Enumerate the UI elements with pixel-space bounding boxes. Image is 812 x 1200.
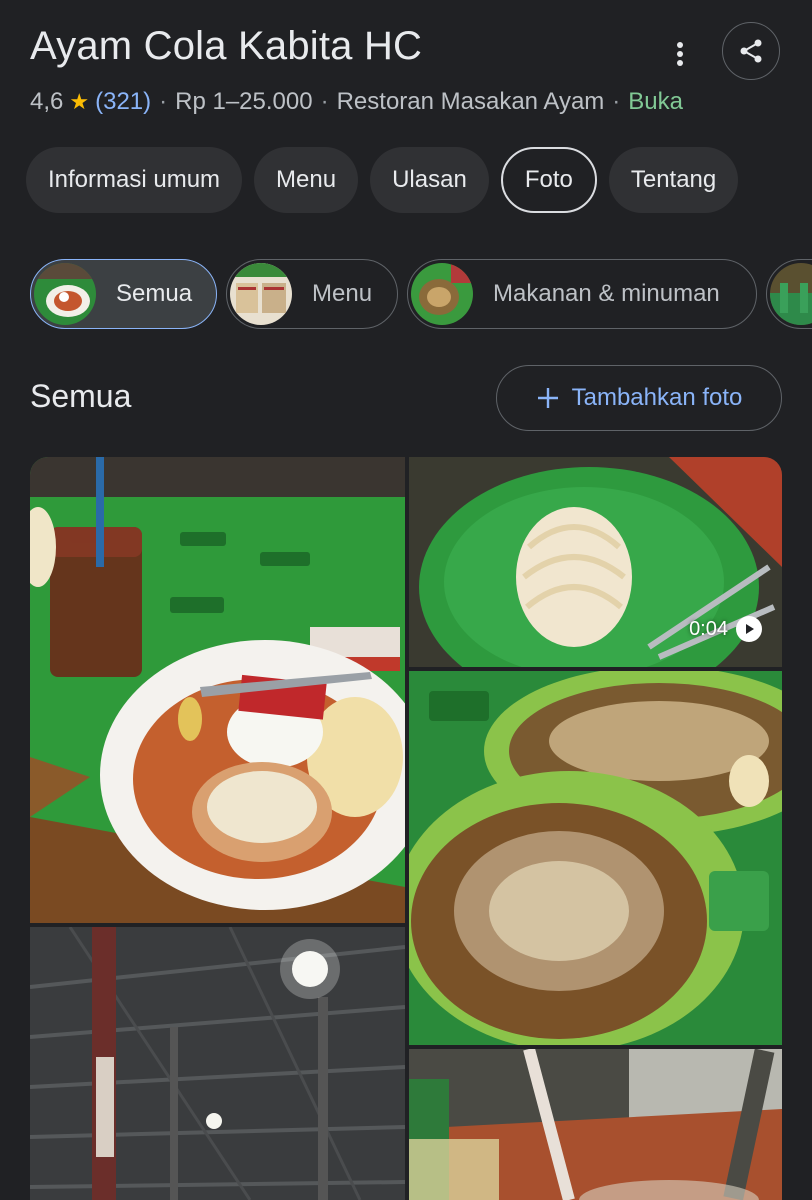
place-tabs: Informasi umum Menu Ulasan Foto Tentang bbox=[26, 147, 739, 213]
play-icon bbox=[736, 616, 762, 642]
add-photo-label: Tambahkan foto bbox=[571, 384, 743, 411]
food-photo bbox=[409, 671, 782, 1045]
add-photo-button[interactable]: Tambahkan foto bbox=[496, 365, 782, 431]
photo-tile[interactable] bbox=[30, 457, 405, 923]
video-tile[interactable]: 0:04 bbox=[409, 457, 782, 667]
filter-chip-more[interactable] bbox=[766, 259, 812, 329]
photo-tile[interactable] bbox=[409, 1049, 782, 1200]
price-range: Rp 1–25.000 bbox=[175, 88, 313, 115]
rating-value: 4,6 bbox=[30, 88, 64, 115]
place-meta: 4,6 ★ (321) · Rp 1–25.000 · Restoran Mas… bbox=[30, 88, 683, 116]
video-duration-badge: 0:04 bbox=[689, 616, 762, 642]
filter-chip-menu[interactable]: Menu bbox=[226, 259, 398, 329]
tab-menu[interactable]: Menu bbox=[254, 147, 359, 213]
chip-thumbnail bbox=[34, 263, 96, 325]
open-status: Buka bbox=[628, 88, 683, 115]
photo-filter-chips: Semua Menu Makanan & minuman bbox=[30, 259, 812, 329]
star-icon: ★ bbox=[69, 89, 90, 114]
separator: · bbox=[612, 88, 621, 115]
filter-chip-food-drink[interactable]: Makanan & minuman bbox=[407, 259, 757, 329]
chip-thumbnail bbox=[411, 263, 473, 325]
section-title: Semua bbox=[30, 378, 132, 414]
chip-label: Semua bbox=[116, 280, 193, 307]
video-duration: 0:04 bbox=[689, 617, 728, 640]
food-photo bbox=[30, 457, 405, 923]
venue-photo bbox=[30, 927, 405, 1200]
place-title: Ayam Cola Kabita HC bbox=[30, 24, 423, 68]
share-button[interactable] bbox=[722, 22, 780, 80]
chip-label: Makanan & minuman bbox=[493, 280, 720, 307]
tab-photos[interactable]: Foto bbox=[500, 147, 597, 213]
separator: · bbox=[320, 88, 329, 115]
chip-thumbnail bbox=[230, 263, 292, 325]
plus-icon bbox=[537, 388, 558, 408]
drink-photo bbox=[409, 1049, 782, 1200]
place-category: Restoran Masakan Ayam bbox=[336, 88, 605, 115]
photo-tile[interactable] bbox=[30, 927, 405, 1200]
chip-thumbnail bbox=[770, 263, 812, 325]
photo-tile[interactable] bbox=[409, 671, 782, 1045]
filter-chip-all[interactable]: Semua bbox=[30, 259, 217, 329]
tab-about[interactable]: Tentang bbox=[608, 147, 739, 213]
more-options-button[interactable] bbox=[662, 36, 698, 72]
tab-reviews[interactable]: Ulasan bbox=[370, 147, 489, 213]
chip-label: Menu bbox=[312, 280, 373, 307]
more-vert-icon bbox=[677, 42, 683, 66]
separator: · bbox=[159, 88, 168, 115]
review-count-link[interactable]: (321) bbox=[95, 88, 151, 116]
tab-overview[interactable]: Informasi umum bbox=[26, 147, 243, 213]
share-icon bbox=[740, 39, 762, 63]
photo-grid: 0:04 bbox=[30, 457, 782, 1200]
